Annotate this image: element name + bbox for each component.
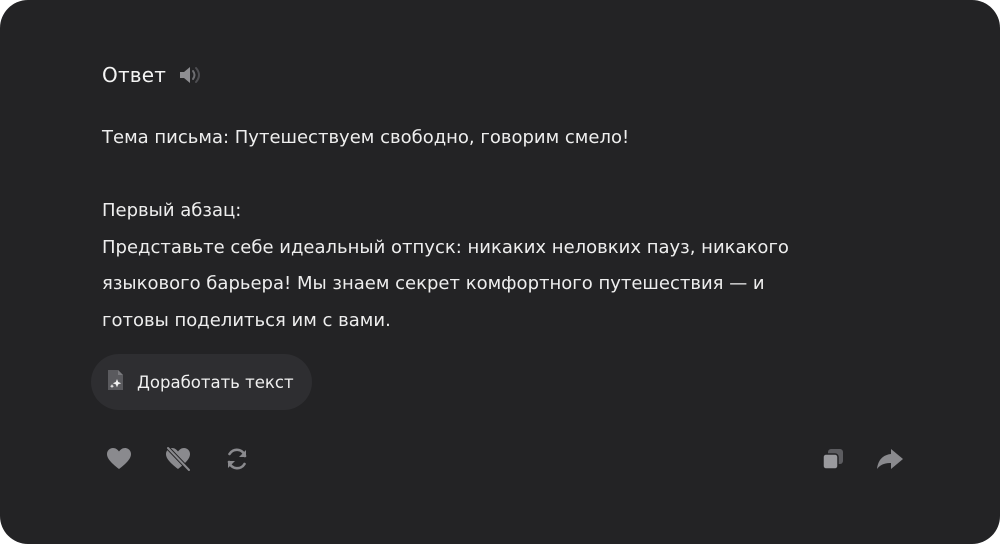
refine-text-button[interactable]: Доработать текст: [91, 354, 312, 410]
feedback-actions: [104, 444, 252, 474]
paragraph-line: Представьте себе идеальный отпуск: никак…: [102, 236, 789, 258]
share-actions: [818, 444, 905, 474]
answer-title: Ответ: [102, 63, 167, 87]
like-icon[interactable]: [104, 444, 134, 474]
answer-card: Ответ Тема письма: Путешествуем свободно…: [0, 0, 1000, 544]
copy-icon[interactable]: [818, 444, 848, 474]
sparkle-document-icon: [105, 368, 127, 396]
dislike-icon[interactable]: [163, 444, 193, 474]
answer-text: Тема письма: Путешествуем свободно, гово…: [102, 120, 902, 339]
refine-text-label: Доработать текст: [137, 372, 294, 392]
paragraph-heading: Первый абзац:: [102, 200, 242, 221]
share-icon[interactable]: [875, 444, 905, 474]
email-subject: Тема письма: Путешествуем свободно, гово…: [102, 127, 630, 148]
speaker-icon[interactable]: [178, 62, 204, 88]
paragraph-line: готовы поделиться им с вами.: [102, 309, 391, 331]
answer-header: Ответ: [102, 62, 204, 88]
paragraph-line: языкового барьера! Мы знаем секрет комфо…: [102, 273, 765, 294]
regenerate-icon[interactable]: [222, 444, 252, 474]
